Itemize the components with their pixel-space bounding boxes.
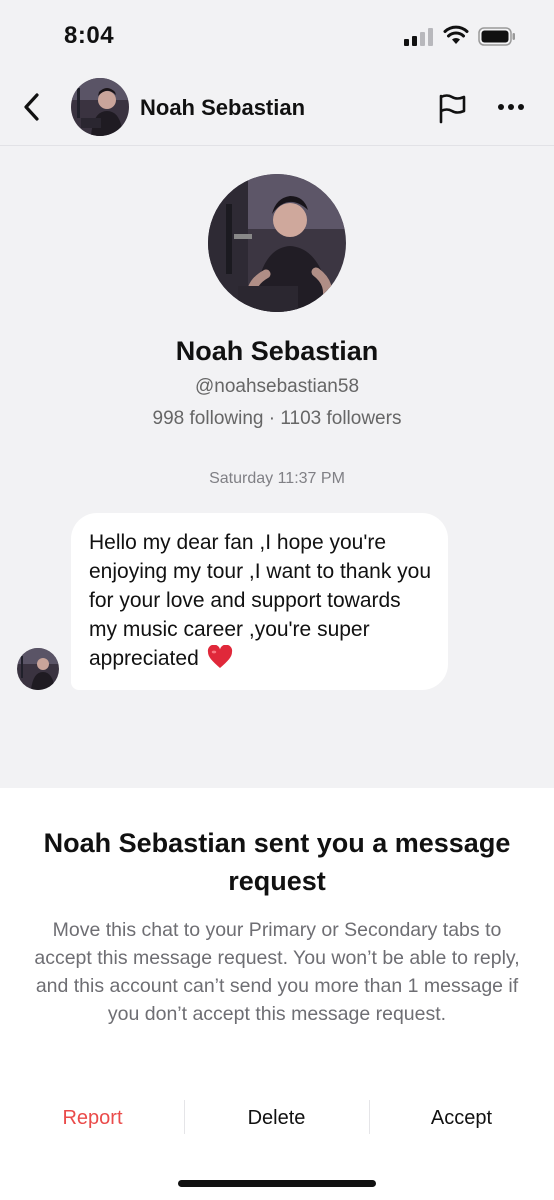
profile-name[interactable]: Noah Sebastian — [0, 336, 554, 367]
flag-icon[interactable] — [436, 92, 468, 124]
profile-avatar[interactable] — [208, 174, 346, 312]
back-icon[interactable] — [20, 92, 44, 122]
message-avatar[interactable] — [17, 648, 59, 690]
message-text: Hello my dear fan ,I hope you're enjoyin… — [89, 531, 432, 670]
avatar[interactable] — [71, 78, 129, 136]
more-icon[interactable] — [498, 104, 530, 112]
status-time: 8:04 — [64, 22, 115, 49]
heart-emoji-icon — [207, 645, 233, 669]
accept-button[interactable]: Accept — [369, 1098, 554, 1138]
request-actions: Report Delete Accept — [0, 1098, 554, 1138]
delete-button[interactable]: Delete — [184, 1098, 369, 1138]
header-username[interactable]: Noah Sebastian — [140, 95, 305, 121]
profile-stats: 998 following · 1103 followers — [152, 408, 402, 429]
request-title: Noah Sebastian sent you a message reques… — [43, 828, 511, 896]
wifi-icon — [443, 25, 469, 45]
profile-handle: @noahsebastian58 — [194, 376, 360, 397]
message-bubble[interactable]: Hello my dear fan ,I hope you're enjoyin… — [71, 513, 448, 690]
message-timestamp: Saturday 11:37 PM — [209, 470, 345, 487]
battery-icon — [478, 27, 516, 46]
request-description: Move this chat to your Primary or Second… — [34, 919, 520, 1025]
message-request-panel: Noah Sebastian sent you a message reques… — [0, 788, 554, 1200]
report-button[interactable]: Report — [0, 1098, 185, 1138]
status-bar: 8:04 — [0, 0, 554, 70]
chat-header: Noah Sebastian — [0, 70, 554, 146]
home-indicator[interactable] — [178, 1180, 376, 1187]
signal-icon — [404, 28, 434, 46]
